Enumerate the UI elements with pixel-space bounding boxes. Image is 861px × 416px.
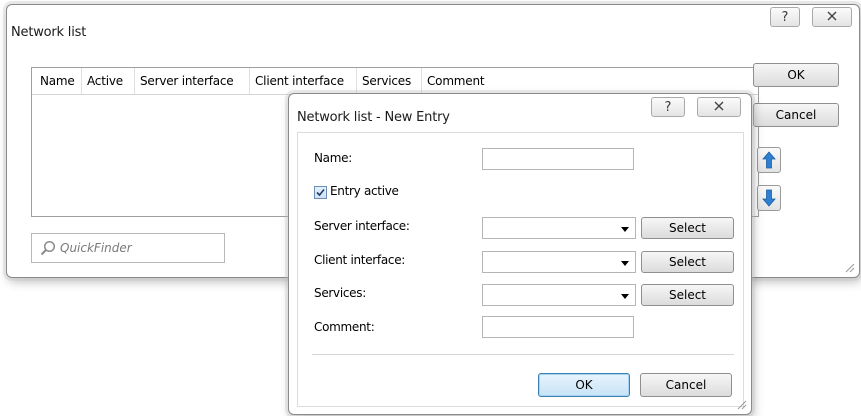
dialog-close-button[interactable]: [697, 97, 741, 117]
dialog-cancel-button[interactable]: Cancel: [640, 373, 732, 397]
server-interface-combo[interactable]: [482, 217, 636, 239]
server-interface-label: Server interface:: [314, 219, 410, 233]
services-label: Services:: [314, 286, 366, 300]
cancel-button[interactable]: Cancel: [753, 103, 839, 127]
client-interface-combo[interactable]: [482, 251, 636, 273]
quickfinder-placeholder: QuickFinder: [60, 241, 132, 255]
column-header-server-interface[interactable]: Server interface: [135, 68, 250, 94]
new-entry-dialog: Network list - New Entry ? Name: Entry a…: [288, 93, 752, 415]
dialog-body: Name: Entry active Server interface: Sel…: [297, 132, 744, 407]
name-label: Name:: [314, 151, 352, 165]
ok-button[interactable]: OK: [753, 63, 839, 87]
comment-label: Comment:: [314, 320, 375, 334]
client-interface-select-button[interactable]: Select: [641, 251, 734, 273]
chevron-down-icon: [621, 294, 629, 299]
help-button[interactable]: ?: [770, 7, 800, 27]
name-field[interactable]: [482, 148, 634, 170]
column-header-active[interactable]: Active: [82, 68, 135, 94]
arrow-down-icon: [762, 189, 776, 207]
search-icon: [40, 240, 56, 256]
table-header: Name Active Server interface Client inte…: [32, 68, 758, 95]
dialog-ok-button[interactable]: OK: [538, 373, 630, 397]
checkmark-icon: [316, 188, 325, 197]
close-button[interactable]: [812, 7, 852, 27]
close-icon: [714, 100, 724, 115]
services-combo[interactable]: [482, 284, 636, 306]
client-interface-label: Client interface:: [314, 253, 406, 267]
server-interface-select-button[interactable]: Select: [641, 217, 734, 239]
chevron-down-icon: [621, 227, 629, 232]
dialog-title: Network list - New Entry: [297, 110, 450, 125]
close-icon: [827, 10, 837, 25]
divider: [312, 354, 734, 355]
quickfinder-field[interactable]: QuickFinder: [31, 233, 225, 263]
chevron-down-icon: [621, 261, 629, 266]
dialog-help-button[interactable]: ?: [651, 97, 685, 117]
arrow-up-icon: [762, 151, 776, 169]
column-header-comment[interactable]: Comment: [422, 68, 758, 94]
help-icon: ?: [664, 99, 672, 115]
resize-grip-icon[interactable]: [843, 261, 855, 273]
entry-active-checkbox[interactable]: [314, 186, 327, 199]
column-header-client-interface[interactable]: Client interface: [250, 68, 357, 94]
comment-field[interactable]: [482, 316, 634, 338]
column-header-services[interactable]: Services: [357, 68, 422, 94]
move-up-button[interactable]: [757, 147, 781, 173]
help-icon: ?: [781, 9, 789, 25]
move-down-button[interactable]: [757, 185, 781, 211]
entry-active-label: Entry active: [330, 184, 399, 198]
services-select-button[interactable]: Select: [641, 284, 734, 306]
resize-grip-icon[interactable]: [735, 398, 747, 410]
window-title: Network list: [11, 25, 87, 40]
column-header-name[interactable]: Name: [32, 68, 82, 94]
